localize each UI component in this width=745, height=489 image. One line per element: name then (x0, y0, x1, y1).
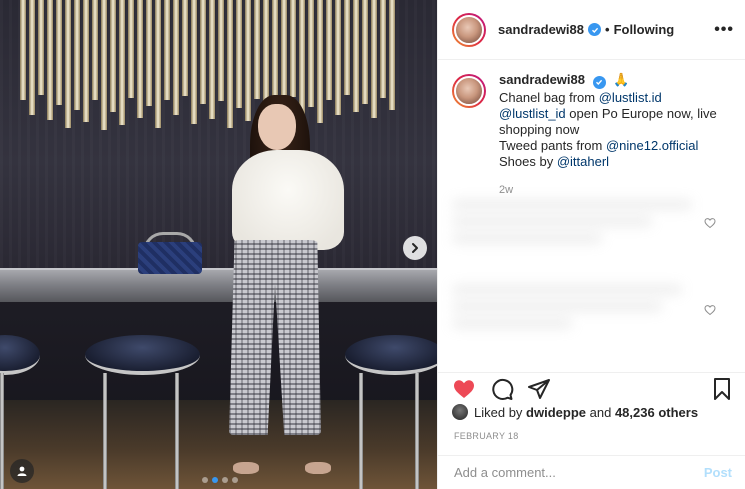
tagged-users-button[interactable] (10, 459, 34, 483)
comment-placeholder (452, 285, 712, 345)
comment-form: Post (438, 455, 745, 489)
person-icon (17, 466, 27, 476)
likes-count-link[interactable]: 48,236 others (615, 405, 698, 420)
carousel-dot (222, 477, 228, 483)
carousel-indicator (202, 477, 238, 483)
caption-username[interactable]: sandradewi88 (499, 72, 585, 87)
chevron-right-icon (412, 243, 418, 253)
mention-link[interactable]: @ittaherl (557, 154, 609, 169)
mention-link[interactable]: @nine12.official (606, 138, 698, 153)
likes-prefix: Liked by (474, 404, 523, 420)
caption-line3: Tweed pants from (499, 137, 606, 153)
likes-middle: and (589, 404, 612, 420)
verified-badge-icon (592, 75, 606, 89)
person-face (258, 104, 296, 150)
praying-hands-icon: 🙏 (613, 72, 630, 87)
handbag (138, 242, 202, 274)
comment-like-heart-icon[interactable] (704, 217, 716, 229)
carousel-dot (232, 477, 238, 483)
chandelier (20, 0, 395, 130)
caption: sandradewi88 🙏 Chanel bag from @lustlist… (452, 72, 734, 196)
like-heart-icon[interactable] (452, 377, 476, 401)
comment-like-heart-icon[interactable] (704, 304, 716, 316)
caption-line4: Shoes by (499, 153, 557, 169)
avatar[interactable] (452, 74, 486, 108)
comment-placeholder (452, 200, 712, 260)
post-date: FEBRUARY 18 (454, 431, 519, 441)
person-shoe (305, 462, 331, 474)
header-username[interactable]: sandradewi88 (498, 22, 584, 37)
post-photo[interactable] (0, 0, 437, 489)
likes-summary: Liked by dwideppe and 48,236 others (452, 404, 698, 420)
bookmark-icon[interactable] (710, 377, 734, 401)
comments-list-blurred (452, 200, 720, 350)
share-icon[interactable] (527, 377, 551, 401)
verified-badge-icon (588, 23, 601, 36)
caption-age: 2w (499, 183, 514, 196)
post-side-panel: sandradewi88 • Following ••• sandradewi8… (437, 0, 745, 489)
following-button[interactable]: Following (614, 22, 675, 37)
post-header: sandradewi88 • Following ••• (438, 0, 745, 60)
person-blouse (232, 150, 344, 250)
bar-stool (345, 335, 437, 489)
more-options-button[interactable]: ••• (714, 21, 734, 39)
carousel-next-button[interactable] (403, 236, 427, 260)
mention-link[interactable]: @lustlist.id (599, 90, 662, 105)
post-comment-button[interactable]: Post (704, 465, 732, 480)
caption-line1: Chanel bag from (499, 89, 599, 105)
avatar[interactable] (452, 404, 468, 420)
marble-counter (0, 268, 437, 302)
likes-user-link[interactable]: dwideppe (526, 405, 586, 420)
comment-icon[interactable] (490, 377, 514, 401)
mention-link[interactable]: @lustlist_id (499, 106, 566, 121)
follow-separator: • (605, 22, 610, 37)
avatar[interactable] (452, 12, 486, 47)
carousel-dot (202, 477, 208, 483)
action-bar (438, 372, 745, 402)
person-shoe (233, 462, 259, 474)
carousel-dot (212, 477, 218, 483)
comment-input[interactable] (454, 465, 674, 480)
bar-stool (85, 335, 200, 489)
caption-text: Chanel bag from @lustlist.id @lustlist_i… (499, 90, 731, 170)
